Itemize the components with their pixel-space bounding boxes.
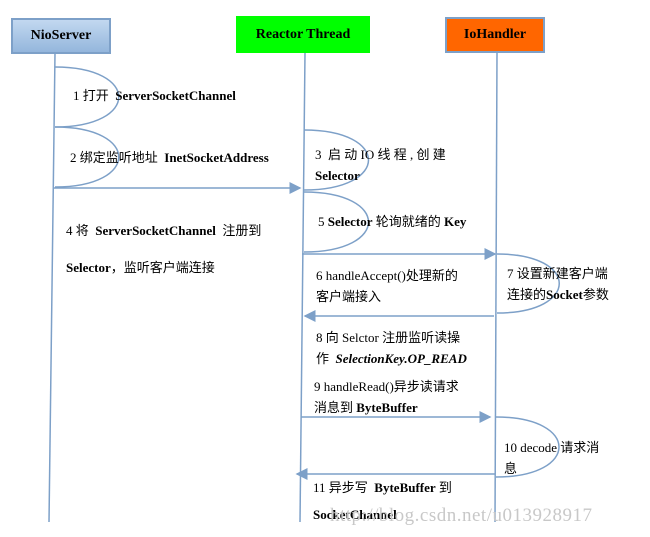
message-6: 6 handleAccept()处理新的 客户端接入 (316, 268, 458, 304)
sequence-diagram: NioServer Reactor Thread IoHandler 1 打开 … (0, 0, 650, 537)
message-10: 10 decode 请求消息 (504, 440, 600, 476)
message-4: 4 将 ServerSocketChannel 注册到 Selector，监听客户… (66, 223, 262, 275)
message-1: 1 打开 ServerSocketChannel (73, 88, 236, 103)
message-3: 3 启 动 IO 线 程 , 创 建 Selector (315, 147, 446, 183)
lifeline-iohandler (494, 52, 498, 523)
watermark: http://blog.csdn.net/u013928917 (330, 505, 593, 526)
lifeline-nioserver (48, 52, 56, 523)
lifeline-reactor (299, 52, 306, 523)
message-5: 5 Selector 轮询就绪的 Key (318, 214, 467, 229)
message-2: 2 绑定监听地址 InetSocketAddress (70, 150, 269, 165)
participant-nioserver: NioServer (11, 18, 111, 54)
message-8: 8 向 Selctor 注册监听读操作 SelectionKey.OP_READ (316, 330, 467, 366)
participant-reactor-thread: Reactor Thread (236, 16, 370, 53)
message-9: 9 handleRead()异步读请求 消息到 ByteBuffer (314, 379, 459, 415)
message-7: 7 设置新建客户端 连接的Socket参数 (507, 266, 609, 302)
participant-iohandler: IoHandler (445, 17, 545, 53)
